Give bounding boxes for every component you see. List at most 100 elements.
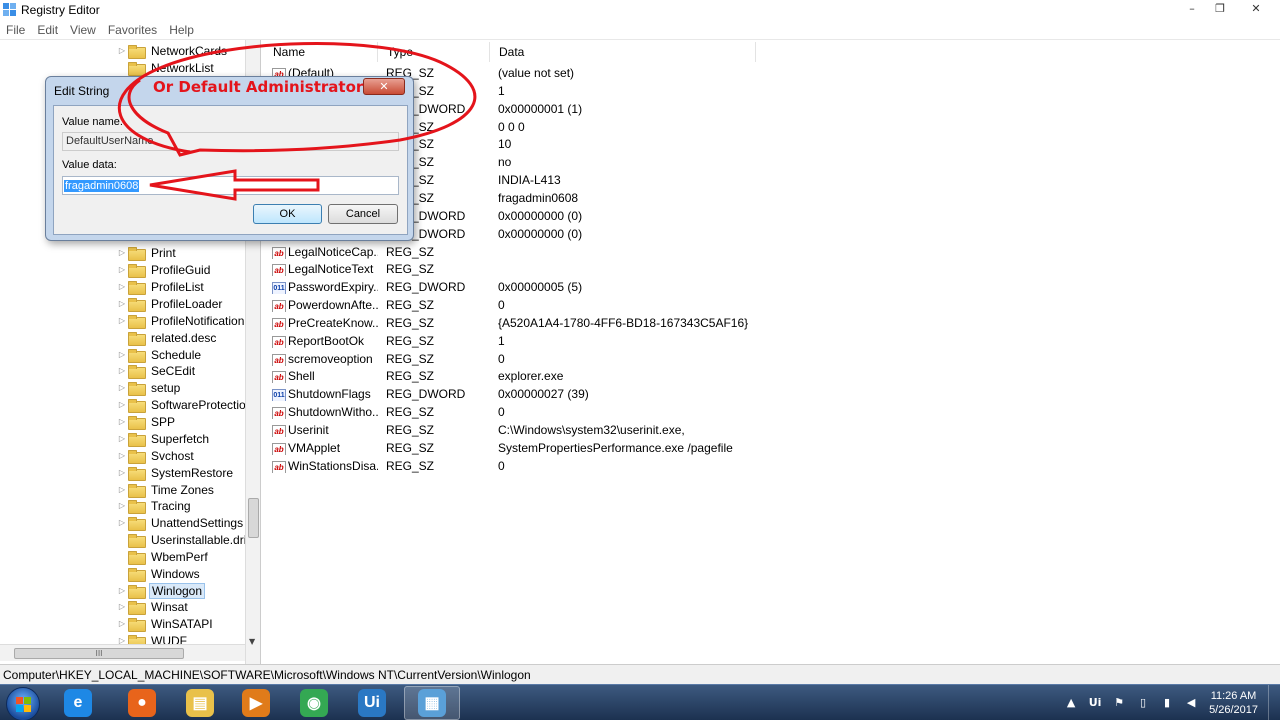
expand-arrow-icon[interactable]: ▷	[116, 282, 128, 291]
expand-arrow-icon[interactable]: ▷	[116, 265, 128, 274]
tree-item[interactable]: ▷ setup	[116, 379, 182, 396]
tree-item[interactable]: ▷ Tracing	[116, 497, 193, 514]
table-row[interactable]: ab ReportBootOk REG_SZ 1	[264, 332, 1280, 350]
show-desktop-button[interactable]	[1268, 685, 1280, 720]
table-row[interactable]: 011 ShutdownFlags REG_DWORD 0x00000027 (39)	[264, 385, 1280, 403]
taskbar-app-internet-explorer[interactable]: e	[50, 686, 106, 720]
battery-icon[interactable]: ▯	[1135, 695, 1151, 711]
table-row[interactable]: ab LegalNoticeCap... REG_SZ	[264, 243, 1280, 261]
tree-item[interactable]: ▷ SPP	[116, 413, 177, 430]
expand-arrow-icon[interactable]: ▷	[116, 602, 128, 611]
taskbar-app-regedit[interactable]: ▦	[404, 686, 460, 720]
tree-item[interactable]: ▷ ProfileLoader	[116, 295, 224, 312]
table-row[interactable]: abREG_SZfragadmin0608	[264, 189, 1280, 207]
expand-arrow-icon[interactable]: ▷	[116, 350, 128, 359]
expand-arrow-icon[interactable]: ▷	[116, 434, 128, 443]
ok-button[interactable]: OK	[253, 204, 322, 224]
column-header-data[interactable]: Data	[490, 42, 756, 62]
tree-item[interactable]: ▷ ProfileList	[116, 278, 206, 295]
table-row[interactable]: ab WinStationsDisa... REG_SZ 0	[264, 457, 1280, 475]
tree-item[interactable]: ▷ Winsat	[116, 598, 190, 615]
menu-file[interactable]: File	[0, 23, 31, 37]
tree-item[interactable]: ▷ ProfileNotification	[116, 312, 246, 329]
table-row[interactable]: ab (Default) REG_SZ (value not set)	[264, 64, 1280, 82]
close-button[interactable]: ✕	[1234, 0, 1278, 17]
expand-arrow-icon[interactable]: ▷	[116, 248, 128, 257]
menu-view[interactable]: View	[64, 23, 102, 37]
clock[interactable]: 11:26 AM 5/26/2017	[1209, 689, 1258, 717]
start-button[interactable]	[6, 687, 40, 720]
taskbar-app-uipath[interactable]: Ui	[344, 686, 400, 720]
menu-favorites[interactable]: Favorites	[102, 23, 163, 37]
expand-arrow-icon[interactable]: ▷	[116, 299, 128, 308]
column-header-name[interactable]: Name	[264, 42, 378, 62]
show-hidden-icons-icon[interactable]: ▲	[1063, 695, 1079, 711]
maximize-button[interactable]: ❐	[1206, 0, 1234, 17]
expand-arrow-icon[interactable]: ▷	[116, 518, 128, 527]
tree-item[interactable]: ▷ WinSATAPI	[116, 615, 215, 632]
tree-item[interactable]: ▷ NetworkCards	[116, 42, 229, 59]
value-data-field[interactable]: fragadmin0608	[62, 176, 399, 195]
volume-icon[interactable]: ◀	[1183, 695, 1199, 711]
tree-item[interactable]: ▷ Time Zones	[116, 481, 216, 498]
expand-arrow-icon[interactable]: ▷	[116, 316, 128, 325]
menu-edit[interactable]: Edit	[31, 23, 64, 37]
tree-item[interactable]: Userinstallable.drivers	[116, 531, 260, 548]
registry-values-pane[interactable]: Name Type Data ab (Default) REG_SZ (value n…	[264, 40, 1280, 664]
taskbar-app-chrome[interactable]: ◉	[286, 686, 342, 720]
expand-arrow-icon[interactable]: ▷	[116, 485, 128, 494]
table-row[interactable]: ab PreCreateKnow... REG_SZ {A520A1A4-1780-4…	[264, 314, 1280, 332]
table-row[interactable]: ab Shell REG_SZ explorer.exe	[264, 367, 1280, 385]
expand-arrow-icon[interactable]: ▷	[116, 417, 128, 426]
dialog-close-button[interactable]: ✕	[363, 78, 405, 95]
menu-help[interactable]: Help	[163, 23, 200, 37]
table-row[interactable]: abREG_SZ0 0 0	[264, 118, 1280, 136]
table-row[interactable]: ab scremoveoption REG_SZ 0	[264, 350, 1280, 368]
action-center-flag-icon[interactable]: ⚑	[1111, 695, 1127, 711]
cancel-button[interactable]: Cancel	[328, 204, 398, 224]
expand-arrow-icon[interactable]: ▷	[116, 383, 128, 392]
tree-item[interactable]: ▷ ProfileGuid	[116, 261, 212, 278]
table-row[interactable]: 011REG_DWORD0x00000000 (0)	[264, 207, 1280, 225]
expand-arrow-icon[interactable]: ▷	[116, 586, 128, 595]
expand-arrow-icon[interactable]: ▷	[116, 468, 128, 477]
value-name-field[interactable]: DefaultUserName	[62, 132, 399, 151]
table-row[interactable]: abREG_SZINDIA-L413	[264, 171, 1280, 189]
expand-arrow-icon[interactable]: ▷	[116, 400, 128, 409]
tree-item[interactable]: related.desc	[116, 329, 218, 346]
expand-arrow-icon[interactable]: ▷	[116, 451, 128, 460]
table-row[interactable]: 011REG_DWORD0x00000000 (0)	[264, 225, 1280, 243]
taskbar-app-media-player[interactable]: ▶	[228, 686, 284, 720]
tree-item[interactable]: NetworkList	[116, 59, 216, 76]
network-icon[interactable]: ▮	[1159, 695, 1175, 711]
tree-item[interactable]: ▷ SystemRestore	[116, 464, 235, 481]
tree-item[interactable]: ▷ SoftwareProtection	[116, 396, 254, 413]
tree-item[interactable]: ▷ Winlogon	[116, 582, 206, 599]
uipath-tray-icon[interactable]: Ui	[1087, 695, 1103, 711]
tree-item[interactable]: ▷ SeCEdit	[116, 362, 197, 379]
taskbar-app-file-explorer[interactable]: ▤	[172, 686, 228, 720]
table-row[interactable]: 011REG_DWORD0x00000001 (1)	[264, 100, 1280, 118]
column-header-type[interactable]: Type	[378, 42, 490, 62]
tree-scroll-thumb[interactable]	[248, 498, 259, 538]
table-row[interactable]: 011 PasswordExpiry... REG_DWORD 0x00000005 …	[264, 278, 1280, 296]
table-row[interactable]: ab PowerdownAfte... REG_SZ 0	[264, 296, 1280, 314]
table-row[interactable]: ab Userinit REG_SZ C:\Windows\system32\user…	[264, 421, 1280, 439]
table-row[interactable]: ab ShutdownWitho... REG_SZ 0	[264, 403, 1280, 421]
tree-item[interactable]: ▷ Schedule	[116, 346, 203, 363]
table-row[interactable]: ab LegalNoticeText REG_SZ	[264, 260, 1280, 278]
tree-item[interactable]: ▷ Print	[116, 244, 178, 261]
tree-item[interactable]: Windows	[116, 565, 202, 582]
table-row[interactable]: abREG_SZ10	[264, 135, 1280, 153]
expand-arrow-icon[interactable]: ▷	[116, 619, 128, 628]
minimize-button[interactable]: –	[1178, 0, 1206, 17]
table-row[interactable]: abREG_SZno	[264, 153, 1280, 171]
taskbar-app-firefox[interactable]: ●	[114, 686, 170, 720]
tree-item[interactable]: ▷ Svchost	[116, 447, 196, 464]
table-row[interactable]: ab VMApplet REG_SZ SystemPropertiesPerforma…	[264, 439, 1280, 457]
tree-item[interactable]: ▷ Superfetch	[116, 430, 211, 447]
tree-horizontal-scrollbar[interactable]: III	[0, 644, 245, 661]
tree-item[interactable]: WbemPerf	[116, 548, 210, 565]
tree-hscroll-thumb[interactable]: III	[14, 648, 184, 659]
expand-arrow-icon[interactable]: ▷	[116, 501, 128, 510]
